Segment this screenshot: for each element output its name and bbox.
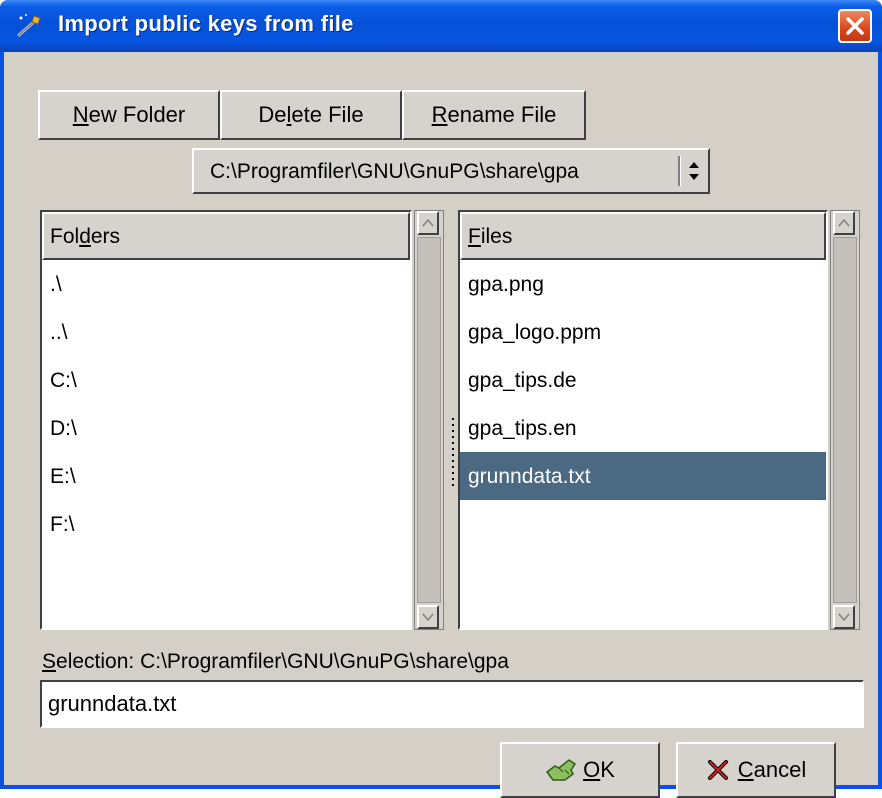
file-item[interactable]: gpa_tips.de (460, 356, 826, 404)
delete-file-button[interactable]: Delete File (220, 90, 402, 140)
cancel-button[interactable]: Cancel (676, 742, 836, 798)
folder-item[interactable]: ..\ (42, 308, 410, 356)
ok-hand-icon (546, 759, 577, 781)
dialog-window: Import public keys from file New Folder … (0, 0, 882, 798)
files-scroll-down-button[interactable] (833, 605, 855, 629)
key-wand-icon (17, 14, 41, 38)
selection-input[interactable] (40, 680, 864, 728)
files-scrollbar[interactable] (830, 210, 860, 630)
file-item[interactable]: gpa_logo.ppm (460, 308, 826, 356)
folders-list[interactable]: Folders .\ ..\ C:\ D:\ E:\ F:\ (40, 210, 412, 630)
pane-resize-handle[interactable] (450, 416, 456, 488)
rename-file-button[interactable]: Rename File (402, 90, 586, 140)
combo-separator (678, 156, 681, 186)
close-icon (846, 17, 864, 35)
scroll-up-icon (422, 218, 434, 227)
scroll-down-icon (422, 613, 434, 622)
folder-item[interactable]: D:\ (42, 404, 410, 452)
folders-scroll-up-button[interactable] (417, 211, 439, 235)
files-scroll-up-button[interactable] (833, 211, 855, 235)
folder-item[interactable]: E:\ (42, 452, 410, 500)
scroll-up-icon (838, 218, 850, 227)
ok-button[interactable]: OK (500, 742, 660, 798)
rename-file-label: Rename File (431, 102, 557, 127)
folders-header[interactable]: Folders (42, 212, 410, 260)
delete-file-label: Delete File (258, 102, 364, 127)
cancel-x-icon (707, 760, 728, 780)
ok-label: OK (583, 757, 615, 782)
dialog-body: New Folder Delete File Rename File C:\Pr… (4, 52, 878, 798)
files-header[interactable]: Files (460, 212, 826, 260)
folder-item[interactable]: .\ (42, 260, 410, 308)
folder-item[interactable]: C:\ (42, 356, 410, 404)
path-combo-value: C:\Programfiler\GNU\GnuPG\share\gpa (210, 160, 579, 183)
folder-item[interactable]: F:\ (42, 500, 410, 548)
file-item[interactable]: gpa_tips.en (460, 404, 826, 452)
window-title: Import public keys from file (58, 11, 354, 36)
new-folder-label: New Folder (72, 102, 186, 127)
folders-scroll-trough[interactable] (417, 237, 441, 603)
file-item[interactable]: gpa.png (460, 260, 826, 308)
files-scroll-trough[interactable] (833, 237, 857, 603)
new-folder-button[interactable]: New Folder (38, 90, 220, 140)
scroll-down-icon (838, 613, 850, 622)
updown-arrows-icon (689, 162, 699, 180)
file-item-selected[interactable]: grunndata.txt (460, 452, 826, 500)
close-button[interactable] (838, 9, 872, 43)
folders-scrollbar[interactable] (414, 210, 444, 630)
files-list[interactable]: Files gpa.png gpa_logo.ppm gpa_tips.de g… (458, 210, 828, 630)
selection-label: Selection: C:\Programfiler\GNU\GnuPG\sha… (42, 650, 509, 673)
folders-scroll-down-button[interactable] (417, 605, 439, 629)
path-combo[interactable]: C:\Programfiler\GNU\GnuPG\share\gpa (192, 148, 710, 194)
cancel-label: Cancel (737, 757, 807, 782)
title-bar[interactable]: Import public keys from file (0, 0, 882, 52)
